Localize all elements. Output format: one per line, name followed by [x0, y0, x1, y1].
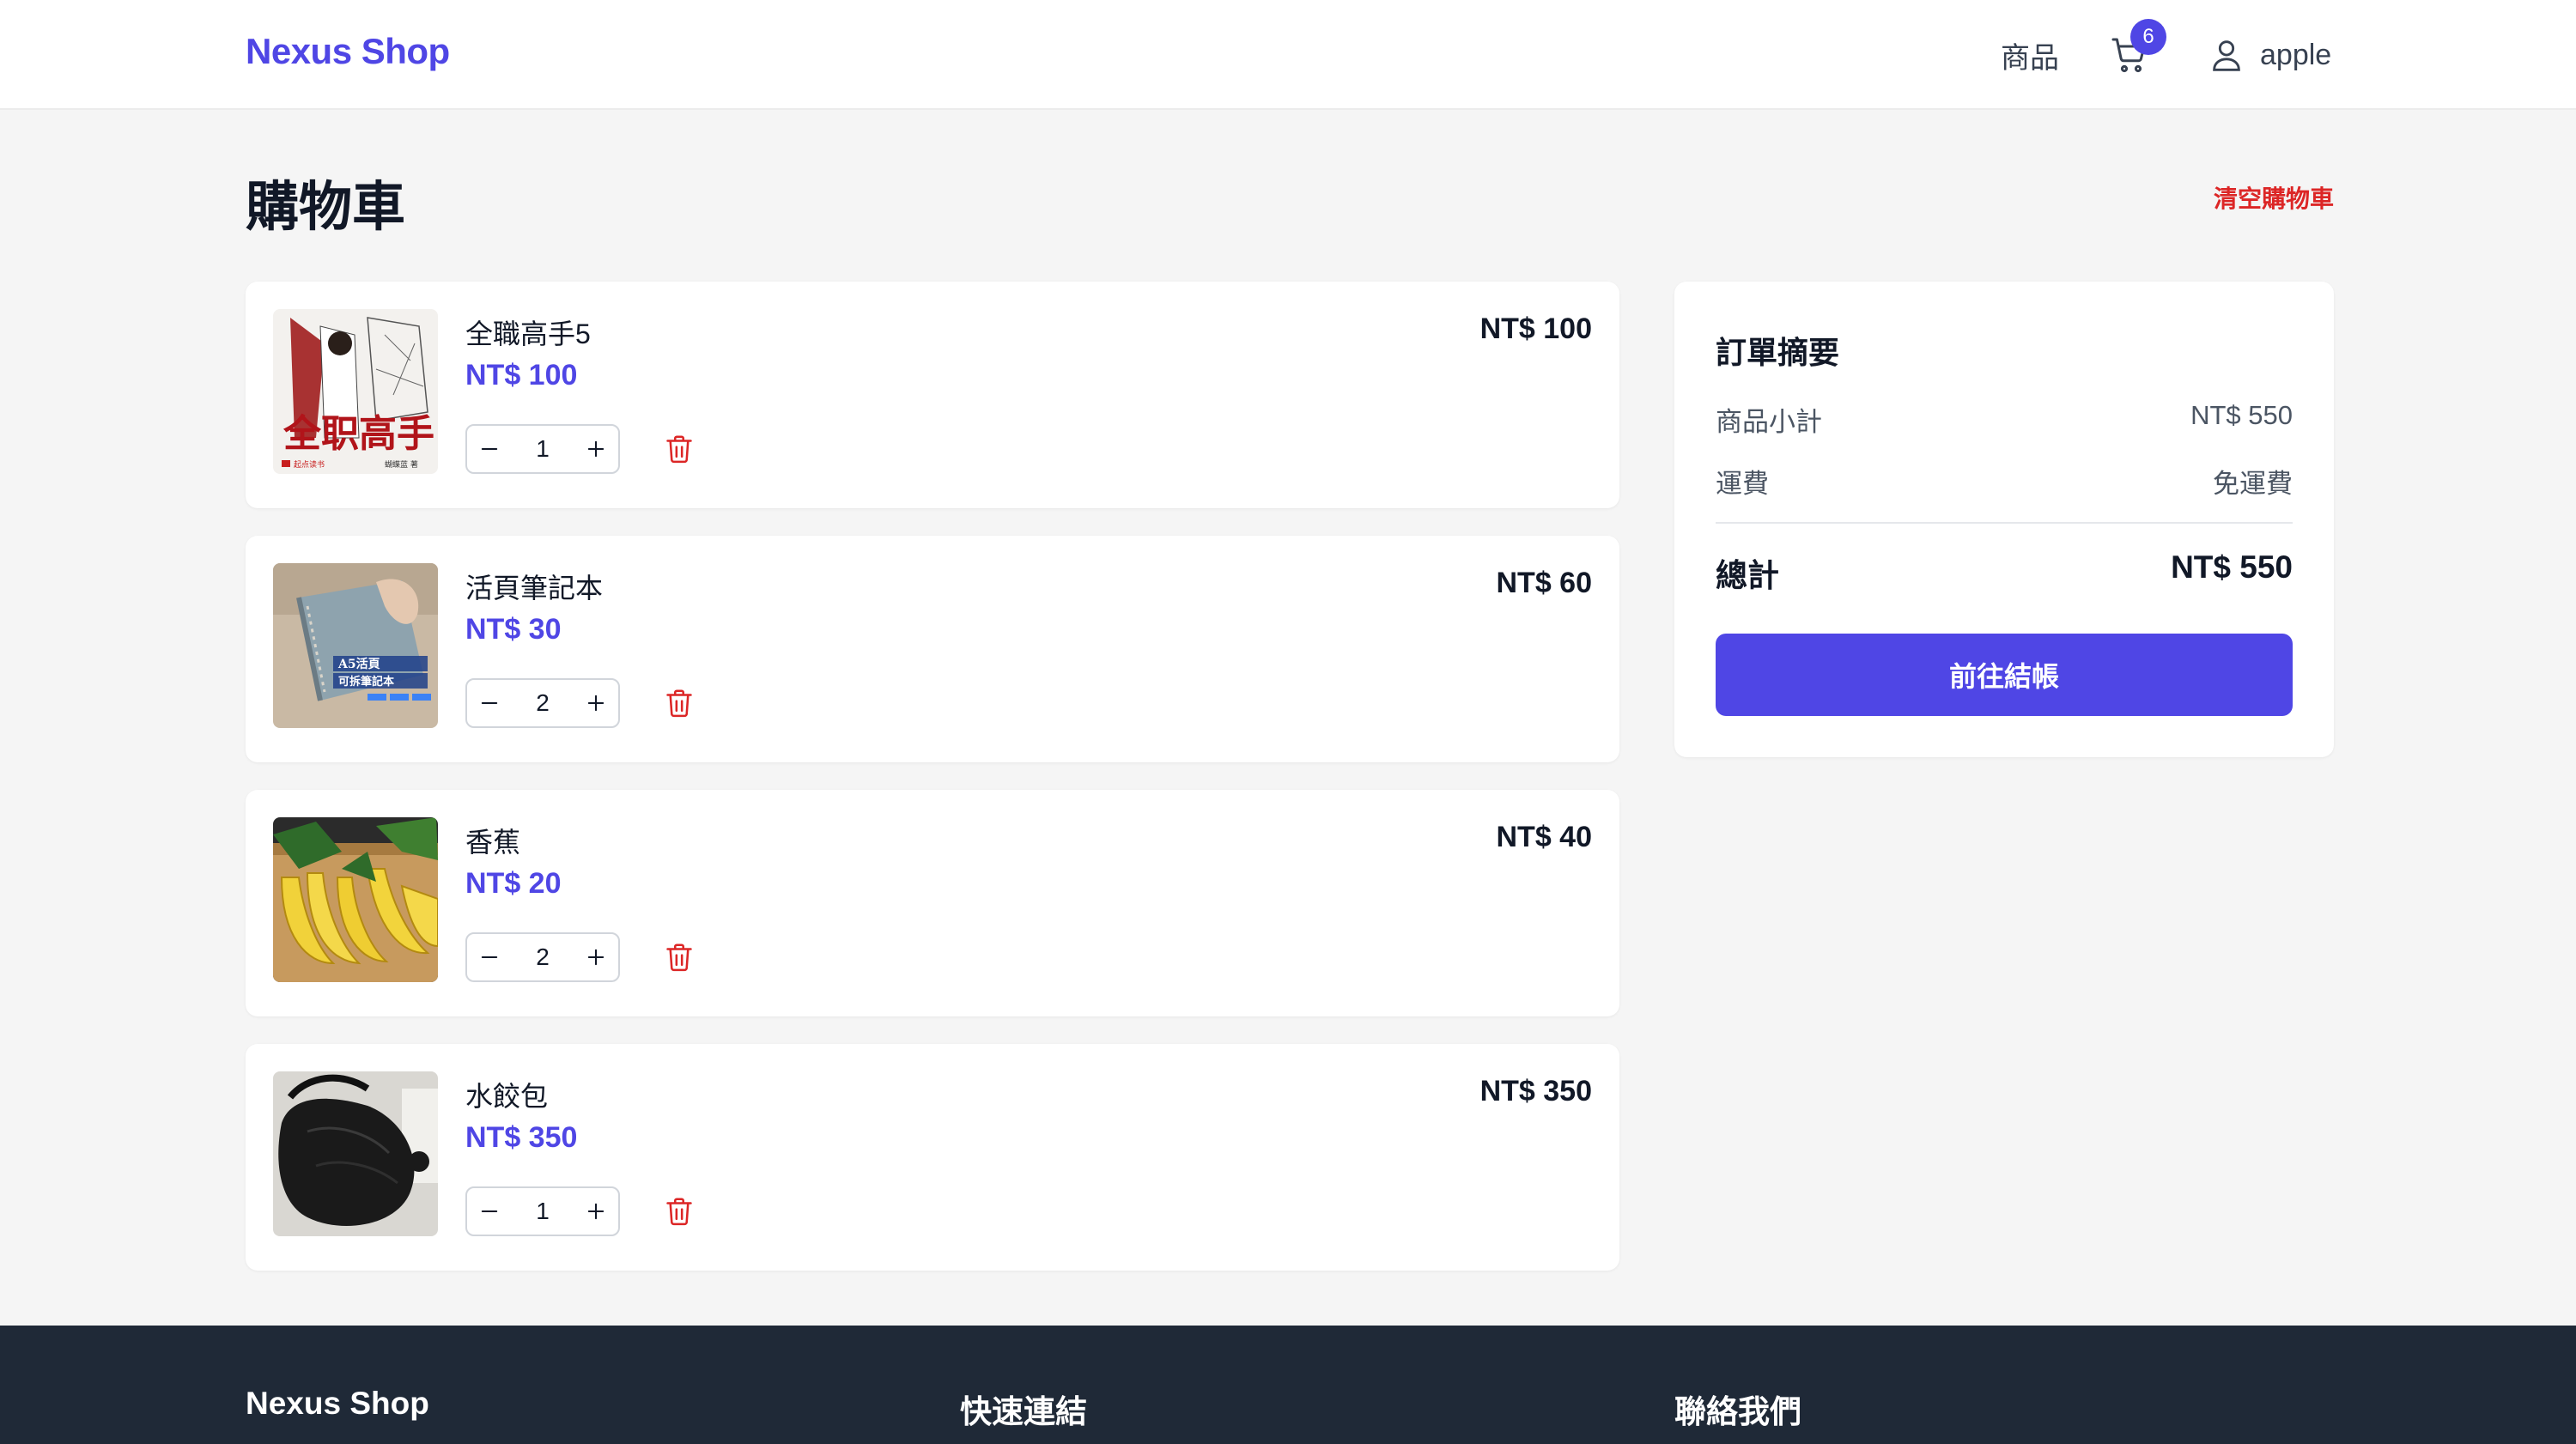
shipping-row: 運費 免運費 [1716, 462, 2293, 501]
item-line-total: NT$ 40 [1496, 821, 1593, 853]
trash-icon [666, 689, 692, 718]
decrease-quantity-button[interactable] [467, 680, 512, 726]
quantity-value[interactable]: 2 [512, 689, 574, 717]
user-menu-button[interactable]: apple [2207, 33, 2331, 77]
item-name[interactable]: 活頁筆記本 [465, 567, 603, 606]
product-thumbnail-book[interactable]: 全职高手 起点读书 蝴蝶蓝 著 [273, 309, 438, 474]
svg-text:可拆筆記本: 可拆筆記本 [338, 675, 394, 689]
product-thumbnail-notebook[interactable]: A5活頁 可拆筆記本 [273, 563, 438, 728]
quantity-stepper: 1 [465, 1186, 620, 1236]
clear-cart-button[interactable]: 清空購物車 [2214, 180, 2334, 215]
item-unit-price: NT$ 350 [465, 1121, 578, 1154]
site-footer: Nexus Shop 快速連結 聯絡我們 [0, 1326, 2576, 1444]
quantity-value[interactable]: 1 [512, 435, 574, 463]
quantity-value[interactable]: 2 [512, 943, 574, 971]
plus-icon [587, 1203, 605, 1220]
user-icon [2213, 40, 2240, 71]
subtotal-value: NT$ 550 [2190, 400, 2293, 430]
increase-quantity-button[interactable] [574, 1188, 618, 1235]
minus-icon [481, 956, 498, 959]
product-thumbnail-bag[interactable] [273, 1071, 438, 1236]
cart-item: 全职高手 起点读书 蝴蝶蓝 著 全職高手5 NT$ 100 NT$ 100 1 [246, 282, 1619, 508]
decrease-quantity-button[interactable] [467, 1188, 512, 1235]
total-row: 總計 NT$ 550 [1716, 549, 2293, 596]
subtotal-label: 商品小計 [1716, 407, 1822, 437]
item-line-total: NT$ 60 [1496, 567, 1593, 599]
cart-item: 水餃包 NT$ 350 NT$ 350 1 [246, 1044, 1619, 1271]
quantity-stepper: 2 [465, 932, 620, 982]
item-unit-price: NT$ 30 [465, 613, 562, 646]
increase-quantity-button[interactable] [574, 934, 618, 980]
plus-icon [587, 440, 605, 458]
brand-logo[interactable]: Nexus Shop [246, 31, 450, 72]
total-label: 總計 [1716, 558, 1779, 593]
footer-quick-links-heading: 快速連結 [960, 1394, 1087, 1429]
trash-icon [666, 943, 692, 972]
trash-icon [666, 435, 692, 464]
item-unit-price: NT$ 100 [465, 359, 578, 391]
remove-item-button[interactable] [663, 687, 697, 721]
quantity-value[interactable]: 1 [512, 1198, 574, 1225]
username-label: apple [2260, 38, 2332, 71]
page-title: 購物車 [246, 178, 406, 237]
product-thumbnail-banana[interactable] [273, 817, 438, 982]
footer-contact-heading: 聯絡我們 [1674, 1394, 1801, 1429]
nav-products-link[interactable]: 商品 [2001, 34, 2059, 76]
cart-count-badge: 6 [2130, 19, 2166, 55]
shipping-label: 運費 [1716, 469, 1769, 499]
increase-quantity-button[interactable] [574, 680, 618, 726]
item-line-total: NT$ 100 [1479, 312, 1592, 345]
footer-brand: Nexus Shop [246, 1386, 429, 1421]
svg-text:A5活頁: A5活頁 [337, 657, 380, 671]
item-line-total: NT$ 350 [1479, 1075, 1592, 1107]
item-name[interactable]: 全職高手5 [465, 312, 591, 352]
minus-icon [481, 1210, 498, 1213]
svg-text:蝴蝶蓝 著: 蝴蝶蓝 著 [385, 459, 418, 470]
summary-divider [1716, 522, 2293, 524]
shipping-value: 免運費 [2213, 469, 2293, 499]
remove-item-button[interactable] [663, 433, 697, 467]
cart-item-list: 全职高手 起点读书 蝴蝶蓝 著 全職高手5 NT$ 100 NT$ 100 1 [246, 282, 1619, 1298]
subtotal-row: 商品小計 NT$ 550 [1716, 400, 2293, 439]
order-summary-card: 訂單摘要 商品小計 NT$ 550 運費 免運費 總計 NT$ 550 前往結帳 [1674, 282, 2334, 757]
plus-icon [587, 695, 605, 712]
decrease-quantity-button[interactable] [467, 934, 512, 980]
svg-text:起点读书: 起点读书 [294, 459, 325, 470]
decrease-quantity-button[interactable] [467, 426, 512, 472]
checkout-button[interactable]: 前往結帳 [1716, 634, 2293, 716]
top-navbar: Nexus Shop 商品 6 apple [0, 0, 2576, 110]
minus-icon [481, 701, 498, 705]
item-name[interactable]: 香蕉 [465, 821, 520, 860]
cart-item: A5活頁 可拆筆記本 活頁筆記本 NT$ 30 NT$ 60 2 [246, 536, 1619, 762]
quantity-stepper: 1 [465, 424, 620, 474]
minus-icon [481, 447, 498, 451]
item-unit-price: NT$ 20 [465, 867, 562, 900]
total-value: NT$ 550 [2171, 549, 2293, 585]
summary-title: 訂單摘要 [1716, 335, 1840, 370]
svg-text:全职高手: 全职高手 [283, 412, 434, 456]
trash-icon [666, 1198, 692, 1226]
quantity-stepper: 2 [465, 678, 620, 728]
increase-quantity-button[interactable] [574, 426, 618, 472]
remove-item-button[interactable] [663, 1195, 697, 1229]
plus-icon [587, 949, 605, 966]
remove-item-button[interactable] [663, 941, 697, 975]
item-name[interactable]: 水餃包 [465, 1075, 548, 1114]
cart-item: 香蕉 NT$ 20 NT$ 40 2 [246, 790, 1619, 1016]
